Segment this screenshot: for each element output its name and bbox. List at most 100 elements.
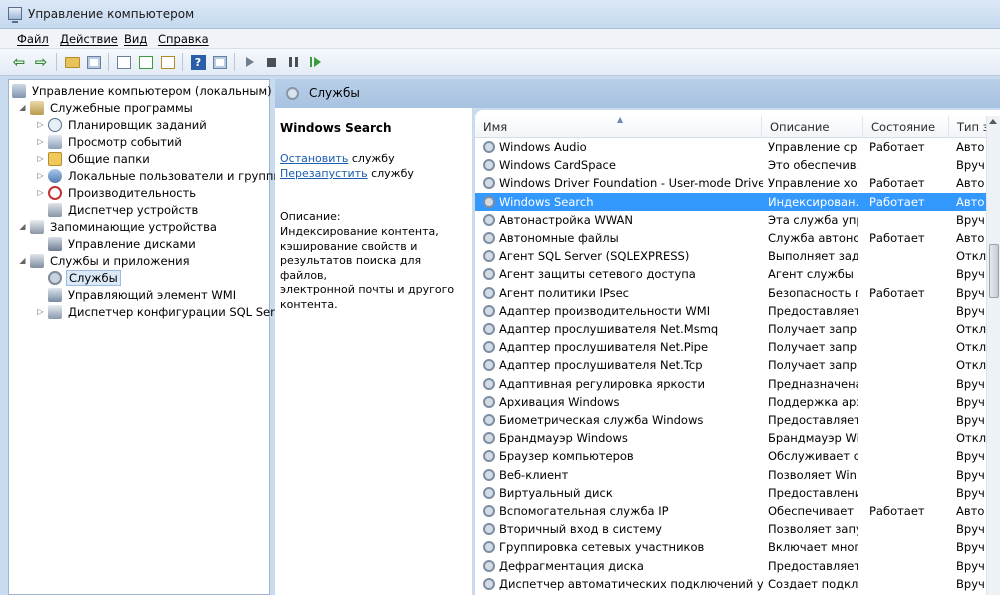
menu-help[interactable]: Справка (158, 32, 209, 46)
menu-view[interactable]: Вид (124, 32, 147, 46)
service-description-cell: Позволяет запу... (768, 522, 858, 537)
title-bar: Управление компьютером (0, 0, 1000, 29)
service-row[interactable]: Автономные файлы Служба автоно... Работает… (475, 229, 986, 247)
start-icon[interactable] (240, 53, 260, 71)
pause-icon[interactable] (283, 53, 303, 71)
tree-item-performance[interactable]: ▷ Производительность (36, 184, 198, 201)
show-tree-icon[interactable] (84, 53, 104, 71)
service-row[interactable]: Вторичный вход в систему Позволяет запу..… (475, 520, 986, 538)
service-row[interactable]: Адаптер прослушивателя Net.Tcp Получает з… (475, 356, 986, 374)
service-gear-icon (483, 541, 495, 554)
expand-arrow-icon[interactable]: ▷ (36, 188, 45, 197)
stop-service-link[interactable]: Остановить (280, 152, 348, 165)
forward-icon[interactable]: ⇨ (31, 53, 51, 71)
refresh-icon[interactable] (136, 53, 156, 71)
service-row[interactable]: Агент защиты сетевого доступа Агент служб… (475, 265, 986, 283)
service-row[interactable]: Биометрическая служба Windows Предоставля… (475, 411, 986, 429)
service-row[interactable]: Windows Audio Управление ср... Работает Авт… (475, 138, 986, 156)
service-row[interactable]: Виртуальный диск Предоставлени... Вруч (475, 484, 986, 502)
service-name-cell: Биометрическая служба Windows (499, 413, 704, 427)
description-line: результатов поиска для файлов, (280, 254, 422, 282)
service-name-cell: Дефрагментация диска (499, 558, 644, 573)
column-name[interactable]: Имя ▲ (475, 116, 762, 138)
tree-root[interactable]: Управление компьютером (локальным) (12, 82, 274, 99)
service-row[interactable]: Адаптер прослушивателя Net.Msmq Получает … (475, 320, 986, 338)
expand-arrow-icon[interactable]: ▷ (36, 171, 45, 180)
service-row[interactable]: Windows Search Индексирован... Работает Авт… (475, 192, 986, 211)
service-startup-type-cell: Авто (956, 231, 985, 245)
service-row[interactable]: Агент SQL Server (SQLEXPRESS) Выполняет з… (475, 247, 986, 265)
restart-service-link[interactable]: Перезапустить (280, 167, 368, 180)
service-row[interactable]: Брандмауэр Windows Брандмауэр Wi... Откл (475, 429, 986, 447)
tree-item-label: Диспетчер устройств (68, 202, 199, 217)
export-icon[interactable] (158, 53, 178, 71)
service-row[interactable]: Агент политики IPsec Безопасность п... Раб… (475, 284, 986, 302)
back-icon[interactable]: ⇦ (9, 53, 29, 71)
tree-item-services-apps[interactable]: ◢ Службы и приложения (18, 252, 192, 269)
service-gear-icon (483, 468, 495, 481)
show-action-pane-icon[interactable] (210, 53, 230, 71)
service-row[interactable]: Адаптивная регулировка яркости Предназнач… (475, 375, 986, 393)
tree-item-system-tools[interactable]: ◢ Служебные программы (18, 99, 195, 116)
service-gear-icon (483, 577, 495, 590)
service-gear-icon (483, 505, 495, 517)
tree-item-wmi-control[interactable]: Управляющий элемент WMI (36, 286, 238, 303)
tools-icon (30, 100, 44, 115)
collapse-arrow-icon[interactable]: ◢ (18, 256, 27, 265)
column-status[interactable]: Состояние (863, 116, 949, 138)
service-startup-type-cell: Вруч (956, 303, 985, 318)
collapse-arrow-icon[interactable]: ◢ (18, 103, 27, 112)
vertical-scrollbar[interactable] (986, 116, 1000, 595)
expand-arrow-icon[interactable]: ▷ (36, 307, 45, 316)
tree-item-storage[interactable]: ◢ Запоминающие устройства (18, 218, 219, 235)
tree-item-device-manager[interactable]: Диспетчер устройств (36, 201, 200, 218)
tree-item-local-users[interactable]: ▷ Локальные пользователи и группы (36, 167, 284, 184)
expand-arrow-icon[interactable]: ▷ (36, 120, 45, 129)
service-gear-icon (483, 323, 495, 335)
storage-icon (30, 219, 44, 234)
service-name-cell: Виртуальный диск (499, 485, 613, 500)
service-name-cell: Windows CardSpace (499, 158, 616, 173)
service-row[interactable]: Дефрагментация диска Предоставляет ... Вру… (475, 557, 986, 575)
service-startup-type-cell: Авто (956, 140, 985, 154)
tree-item-task-scheduler[interactable]: ▷ Планировщик заданий (36, 116, 209, 133)
service-row[interactable]: Windows Driver Foundation - User-mode Dr… (475, 174, 986, 192)
properties-icon[interactable] (114, 53, 134, 71)
expand-arrow-icon[interactable]: ▷ (36, 154, 45, 163)
tree-item-sql-config[interactable]: ▷ Диспетчер конфигурации SQL Server (36, 303, 295, 320)
service-startup-type-cell: Вруч (956, 285, 985, 300)
service-row[interactable]: Windows CardSpace Это обеспечив... Вруч (475, 156, 986, 174)
service-row[interactable]: Вспомогательная служба IP Обеспечивает ..… (475, 502, 986, 520)
service-row[interactable]: Автонастройка WWAN Эта служба упр... Вруч (475, 211, 986, 229)
stop-icon[interactable] (261, 53, 281, 71)
up-folder-icon[interactable] (62, 53, 82, 71)
service-row[interactable]: Диспетчер автоматических подключений уда… (475, 575, 986, 593)
service-row[interactable]: Веб-клиент Позволяет Win... Вруч (475, 466, 986, 484)
help-icon[interactable]: ? (188, 53, 208, 71)
service-row[interactable]: Адаптер прослушивателя Net.Pipe Получает … (475, 338, 986, 356)
service-status-cell: Работает (869, 140, 925, 154)
service-row[interactable]: Группировка сетевых участников Включает м… (475, 538, 986, 556)
disks-icon (48, 236, 62, 251)
expand-arrow-icon[interactable]: ▷ (36, 137, 45, 146)
scroll-up-icon[interactable] (989, 119, 997, 124)
menu-file[interactable]: Файл (17, 32, 49, 46)
service-row[interactable]: Архивация Windows Поддержка арх... Вруч (475, 393, 986, 411)
service-description-cell: Брандмауэр Wi... (768, 431, 858, 446)
tree-item-shared-folders[interactable]: ▷ Общие папки (36, 150, 152, 167)
column-description[interactable]: Описание (762, 116, 863, 138)
collapse-arrow-icon[interactable]: ◢ (18, 222, 27, 231)
tree-item-label: Службы и приложения (50, 253, 190, 268)
tree-item-label: Диспетчер конфигурации SQL Server (68, 304, 294, 319)
tree-item-event-viewer[interactable]: ▷ Просмотр событий (36, 133, 184, 150)
service-row[interactable]: Адаптер производительности WMI Предоставл… (475, 302, 986, 320)
service-gear-icon (483, 523, 495, 536)
tree-root-label: Управление компьютером (локальным) (32, 83, 272, 98)
tree-item-services[interactable]: Службы (36, 269, 121, 286)
service-description-cell: Управление хо... (768, 176, 858, 191)
scroll-thumb[interactable] (989, 244, 999, 298)
service-row[interactable]: Браузер компьютеров Обслуживает с... Вруч (475, 447, 986, 465)
tree-item-disk-management[interactable]: Управление дисками (36, 235, 198, 252)
restart-icon[interactable] (305, 53, 325, 71)
menu-action[interactable]: Действие (60, 32, 118, 46)
